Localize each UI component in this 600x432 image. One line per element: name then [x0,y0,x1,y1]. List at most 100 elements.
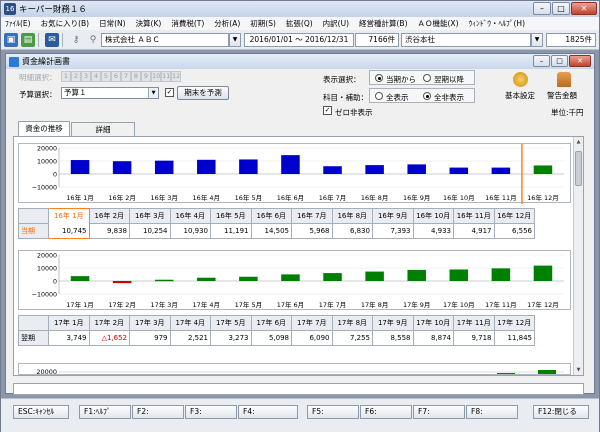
table-cell[interactable]: 10,930 [169,223,211,239]
menu-ao[interactable]: ＡＯ機能(X) [418,18,459,29]
fkey-f2[interactable]: F2: [132,405,184,419]
fkey-f8[interactable]: F8: [466,405,518,419]
search-icon[interactable]: ⚲ [86,33,100,47]
zero-hide-checkbox[interactable]: ✓ [323,106,332,115]
company-dropdown-icon[interactable]: ▼ [229,33,241,47]
menu-daily[interactable]: 日常(N) [99,18,125,29]
period-field[interactable]: 2016/01/01 ～ 2016/12/31 [244,33,354,47]
chart-bar [323,273,342,281]
chart-bar [497,373,515,374]
table-cell[interactable]: 6,830 [331,223,373,239]
table-cell[interactable]: 9,838 [88,223,130,239]
fkey-f3[interactable]: F3: [185,405,237,419]
detail-number: 12 [171,71,181,82]
budget-select[interactable]: 予算１ ▼ [61,87,159,99]
table-cell[interactable]: 6,556 [493,223,535,239]
table-cell[interactable]: 10,745 [48,223,90,239]
vertical-scrollbar[interactable]: ▲ ▼ [573,137,583,375]
table-cell[interactable]: 8,874 [412,330,454,346]
chart-bar [449,269,469,281]
chart-bar [491,167,511,174]
scroll-up-icon[interactable]: ▲ [574,137,583,147]
x-tick-label: 16年 10月 [443,193,475,202]
menu-file[interactable]: ﾌｧｲﾙ(E) [5,18,31,29]
menu-breakdown[interactable]: 内訳(U) [323,18,349,29]
table-cell[interactable]: △1,652 [88,330,130,346]
detail-number: 4 [91,71,101,82]
key-icon[interactable]: ⚷ [69,33,83,47]
table-cell[interactable]: 10,254 [129,223,171,239]
menu-favorites[interactable]: お気に入り(B) [41,18,90,29]
x-tick-label: 17年 7月 [319,300,346,309]
row-label: 翌期 [18,330,49,346]
table-cell[interactable]: 6,090 [291,330,333,346]
radio-next-period[interactable] [423,74,431,82]
fkey-f4[interactable]: F4: [238,405,298,419]
tab-detail[interactable]: 詳細 [71,122,135,136]
chart-bar [239,159,258,174]
radio-next-period-label: 翌期以降 [434,75,464,84]
mail-icon[interactable]: ✉ [45,32,59,47]
menu-window-help[interactable]: ｳｨﾝﾄﾞｳ・ﾍﾙﾌﾟ(H) [469,18,526,29]
fkey-f6[interactable]: F6: [360,405,412,419]
entry-count: 7166件 [355,33,399,47]
fkey-f5[interactable]: F5: [307,405,359,419]
menu-analysis[interactable]: 分析(A) [214,18,240,29]
table-cell[interactable]: 7,393 [372,223,414,239]
table-cell[interactable]: 5,968 [291,223,333,239]
table-cell[interactable]: 4,933 [412,223,454,239]
detail-number: 5 [101,71,111,82]
tab-cash-trend[interactable]: 資金の推移 [18,121,70,136]
minimize-button[interactable]: – [533,2,551,15]
scroll-down-icon[interactable]: ▼ [574,365,583,375]
export-icon[interactable]: ▤ [21,32,35,47]
table-cell[interactable]: 4,917 [453,223,495,239]
table-cell[interactable]: 3,749 [48,330,90,346]
column-header: 17年 4月 [169,315,211,331]
table-cell[interactable]: 5,098 [250,330,292,346]
menu-initial[interactable]: 初期(S) [250,18,276,29]
child-maximize-button[interactable]: □ [551,55,568,67]
scroll-thumb[interactable] [575,151,582,186]
radio-show-all[interactable] [375,92,383,100]
chart-bar [197,277,216,281]
fkey-esc[interactable]: ESC:ｷｬﾝｾﾙ [13,405,69,419]
radio-hide-all[interactable] [423,92,431,100]
warning-amount-button[interactable]: 警告金額 [547,90,577,101]
basic-settings-button[interactable]: 基本設定 [505,90,535,101]
x-tick-label: 17年 10月 [443,300,475,309]
child-close-button[interactable]: ✕ [569,55,591,67]
company-field[interactable]: 株式会社 ＡＢＣ [101,33,229,47]
chart-panel-next: 20000 10000 0 −10000 17年 1月 17年 2月 17年 3月 17年 4… [18,250,571,310]
bar-chart-next: 20000 10000 0 −10000 17年 1月 17年 2月 17年 3月 17年 4… [32,253,564,309]
menu-management[interactable]: 経営種計算(B) [359,18,408,29]
bar-chart-current: 20000 10000 0 −10000 16年 1月 16年 2月 16年 3月 16年 4… [32,144,564,204]
menu-closing[interactable]: 決算(K) [136,18,162,29]
column-header: 16年 5月 [210,208,252,224]
table-cell[interactable]: 8,558 [372,330,414,346]
predict-button[interactable]: 期末を予測 [177,86,229,100]
table-cell[interactable]: 14,505 [250,223,292,239]
fkey-f7[interactable]: F7: [413,405,465,419]
fkey-f12[interactable]: F12:閉じる [533,405,589,419]
office-dropdown-icon[interactable]: ▼ [531,33,543,47]
office-field[interactable]: 渋谷本社 [401,33,531,47]
table-cell[interactable]: 2,521 [169,330,211,346]
table-cell[interactable]: 11,191 [210,223,252,239]
child-minimize-button[interactable]: – [533,55,550,67]
maximize-button[interactable]: □ [552,2,570,15]
table-cell[interactable]: 7,255 [331,330,373,346]
table-cell[interactable]: 11,845 [493,330,535,346]
menu-consumption-tax[interactable]: 消費税(T) [171,18,204,29]
gear-icon[interactable] [513,72,528,87]
table-cell[interactable]: 9,718 [453,330,495,346]
bell-icon[interactable] [557,72,571,87]
table-cell[interactable]: 979 [129,330,171,346]
fkey-f1[interactable]: F1:ﾍﾙﾌﾟ [79,405,131,419]
menu-extension[interactable]: 拡張(Q) [286,18,313,29]
table-cell[interactable]: 3,273 [210,330,252,346]
predict-checkbox[interactable]: ✓ [165,88,174,97]
save-icon[interactable]: ▣ [4,32,18,47]
radio-current-period[interactable] [375,74,383,82]
close-button[interactable]: ✕ [571,2,597,15]
